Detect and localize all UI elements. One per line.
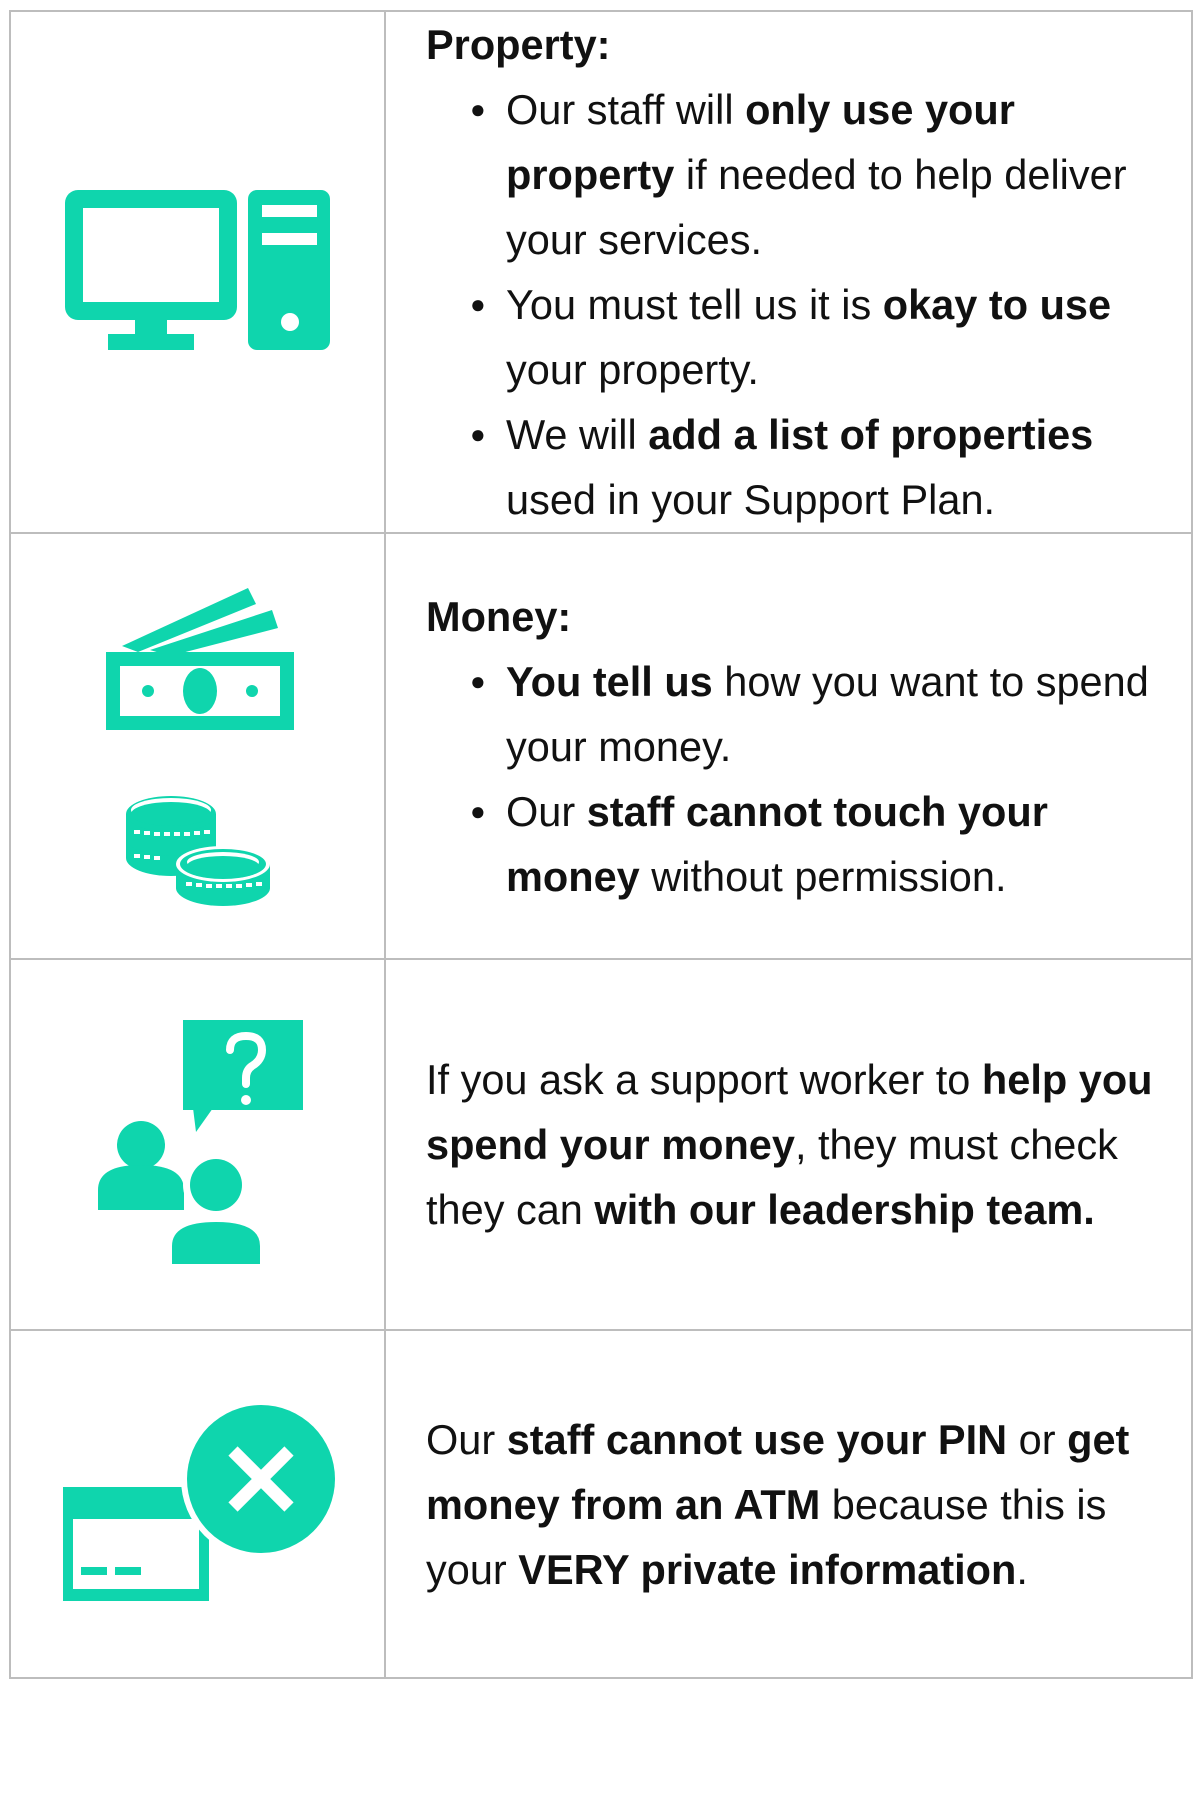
text-run: your property.	[506, 346, 759, 393]
section-heading: Money:	[426, 592, 572, 640]
easy-read-table: Property: Our staff will only use your p…	[9, 10, 1193, 1679]
page: Property: Our staff will only use your p…	[0, 0, 1201, 1804]
bold-text: add a list of properties	[648, 411, 1094, 458]
icon-cell	[9, 958, 386, 1331]
icon-cell	[9, 1329, 386, 1679]
list-item: We will add a list of properties used in…	[470, 402, 1179, 532]
text-run: without permission.	[639, 852, 1007, 900]
bold-text: VERY private information	[518, 1545, 1017, 1593]
text-run: .	[1016, 1545, 1028, 1593]
bold-text: You tell us	[506, 657, 713, 705]
text-run: Our staff will	[506, 86, 746, 133]
coins-icon	[125, 796, 270, 906]
text-run: Our	[426, 1415, 507, 1463]
bold-text: staff cannot use your PIN	[506, 1415, 1008, 1463]
table-row: Property: Our staff will only use your p…	[9, 10, 1193, 534]
text-run: If you ask a support worker to	[426, 1056, 982, 1103]
text-run: used in your Support Plan.	[506, 476, 996, 523]
table-row: If you ask a support worker to help you …	[9, 958, 1193, 1331]
text-run: You must tell us it is	[506, 281, 883, 328]
table-row: Money: You tell us how you want to spend…	[9, 532, 1193, 960]
text-cell: Property: Our staff will only use your p…	[384, 10, 1193, 534]
text-run: We will	[506, 411, 649, 458]
paragraph: If you ask a support worker to help you …	[426, 1047, 1179, 1242]
bold-text: okay to use	[882, 281, 1112, 328]
icon-cell	[9, 532, 386, 960]
section-heading: Property:	[426, 21, 611, 68]
icon-cell	[9, 10, 386, 534]
list-item: Our staff cannot touch your money withou…	[470, 779, 1179, 909]
bullet-list: Our staff will only use your property if…	[426, 77, 1179, 532]
text-cell: If you ask a support worker to help you …	[384, 958, 1193, 1331]
bold-text: with our leadership team.	[594, 1186, 1095, 1233]
text-cell: Money: You tell us how you want to spend…	[384, 532, 1193, 960]
text-run: or	[1007, 1415, 1068, 1463]
paragraph: Our staff cannot use your PIN or get mon…	[426, 1407, 1179, 1602]
desktop-computer-icon	[64, 190, 330, 350]
banknotes-icon	[105, 588, 294, 730]
list-item: Our staff will only use your property if…	[470, 77, 1179, 272]
table-row: Our staff cannot use your PIN or get mon…	[9, 1329, 1193, 1679]
card-no-pin-icon	[62, 1399, 341, 1601]
list-item: You must tell us it is okay to use your …	[470, 272, 1179, 402]
text-cell: Our staff cannot use your PIN or get mon…	[384, 1329, 1193, 1679]
people-question-icon	[97, 1019, 303, 1268]
text-run: Our	[506, 787, 587, 835]
bullet-list: You tell us how you want to spend your m…	[426, 649, 1179, 909]
list-item: You tell us how you want to spend your m…	[470, 649, 1179, 779]
